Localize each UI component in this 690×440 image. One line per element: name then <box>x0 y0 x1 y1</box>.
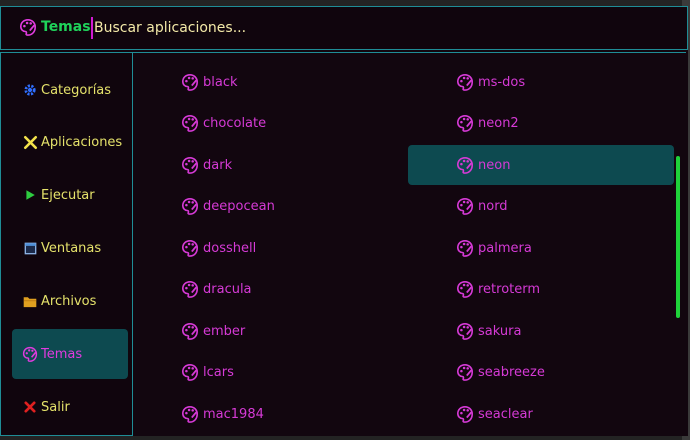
sidebar-item-temas[interactable]: Temas <box>12 329 128 379</box>
theme-list: black chocolate dark deepocean dosshell … <box>133 52 686 437</box>
theme-item-palmera[interactable]: palmera <box>408 228 674 268</box>
palette-icon <box>22 346 38 362</box>
theme-item-label: nord <box>478 198 508 214</box>
sidebar-item-label: Ejecutar <box>41 187 95 203</box>
category-sidebar: Categorías Aplicaciones Ejecutar Ventana… <box>0 52 133 436</box>
theme-item-retroterm[interactable]: retroterm <box>408 269 674 309</box>
theme-item-label: ember <box>203 323 246 339</box>
theme-item-chocolate[interactable]: chocolate <box>133 103 399 143</box>
theme-item-deepocean[interactable]: deepocean <box>133 186 399 226</box>
sidebar-item-label: Temas <box>41 346 83 362</box>
palette-icon <box>456 114 474 132</box>
palette-icon <box>456 197 474 215</box>
theme-item-label: dracula <box>203 281 252 297</box>
theme-item-label: deepocean <box>203 198 275 214</box>
theme-item-lcars[interactable]: lcars <box>133 352 399 392</box>
theme-item-label: mac1984 <box>203 406 264 422</box>
palette-icon <box>19 18 37 36</box>
search-input[interactable] <box>94 16 654 40</box>
theme-item-black[interactable]: black <box>133 62 399 102</box>
sidebar-item-categorias[interactable]: Categorías <box>12 65 128 115</box>
theme-item-label: chocolate <box>203 115 267 131</box>
theme-item-label: seabreeze <box>478 364 545 380</box>
theme-item-nord[interactable]: nord <box>408 186 674 226</box>
window-icon <box>22 240 38 256</box>
sidebar-item-label: Archivos <box>41 293 97 309</box>
palette-icon <box>181 239 199 257</box>
play-icon <box>22 187 38 203</box>
sidebar-item-archivos[interactable]: Archivos <box>12 276 128 326</box>
sidebar-item-ventanas[interactable]: Ventanas <box>12 223 128 273</box>
sidebar-item-label: Ventanas <box>41 240 102 256</box>
theme-item-label: sakura <box>478 323 522 339</box>
theme-item-seaclear[interactable]: seaclear <box>408 394 674 434</box>
mode-label: Temas <box>41 19 91 35</box>
text-cursor <box>91 17 93 39</box>
palette-icon <box>181 322 199 340</box>
theme-item-sakura[interactable]: sakura <box>408 311 674 351</box>
theme-item-neon2[interactable]: neon2 <box>408 103 674 143</box>
close-icon <box>22 399 38 415</box>
theme-item-ember[interactable]: ember <box>133 311 399 351</box>
palette-icon <box>181 280 199 298</box>
palette-icon <box>456 322 474 340</box>
theme-item-seabreeze[interactable]: seabreeze <box>408 352 674 392</box>
palette-icon <box>456 280 474 298</box>
palette-icon <box>181 114 199 132</box>
palette-icon <box>181 405 199 423</box>
theme-item-dracula[interactable]: dracula <box>133 269 399 309</box>
palette-icon <box>456 73 474 91</box>
palette-icon <box>181 197 199 215</box>
theme-item-label: dark <box>203 157 233 173</box>
palette-icon <box>456 156 474 174</box>
theme-item-label: neon <box>478 157 511 173</box>
theme-item-label: neon2 <box>478 115 519 131</box>
theme-item-label: ms-dos <box>478 74 526 90</box>
palette-icon <box>456 239 474 257</box>
launcher-header: Temas <box>0 6 688 50</box>
theme-item-label: lcars <box>203 364 234 380</box>
theme-launcher: Temas Categorías Aplicaciones Ejecutar <box>0 6 688 436</box>
palette-icon <box>181 73 199 91</box>
scrollbar[interactable] <box>676 156 680 318</box>
folder-icon <box>22 293 38 309</box>
theme-item-label: retroterm <box>478 281 541 297</box>
sidebar-item-label: Categorías <box>41 82 112 98</box>
theme-item-ms-dos[interactable]: ms-dos <box>408 62 674 102</box>
palette-icon <box>456 363 474 381</box>
palette-icon <box>181 363 199 381</box>
theme-item-label: dosshell <box>203 240 257 256</box>
theme-item-dark[interactable]: dark <box>133 145 399 185</box>
gear-icon <box>22 82 38 98</box>
theme-item-neon[interactable]: neon <box>408 145 674 185</box>
palette-icon <box>181 156 199 174</box>
theme-item-mac1984[interactable]: mac1984 <box>133 394 399 434</box>
sidebar-item-aplicaciones[interactable]: Aplicaciones <box>12 117 128 167</box>
sidebar-item-label: Aplicaciones <box>41 134 123 150</box>
theme-item-label: black <box>203 74 238 90</box>
sidebar-item-salir[interactable]: Salir <box>12 382 128 432</box>
tools-icon <box>22 134 38 150</box>
theme-item-label: seaclear <box>478 406 533 422</box>
theme-item-dosshell[interactable]: dosshell <box>133 228 399 268</box>
palette-icon <box>456 405 474 423</box>
theme-item-label: palmera <box>478 240 532 256</box>
sidebar-item-label: Salir <box>41 399 70 415</box>
sidebar-item-ejecutar[interactable]: Ejecutar <box>12 170 128 220</box>
